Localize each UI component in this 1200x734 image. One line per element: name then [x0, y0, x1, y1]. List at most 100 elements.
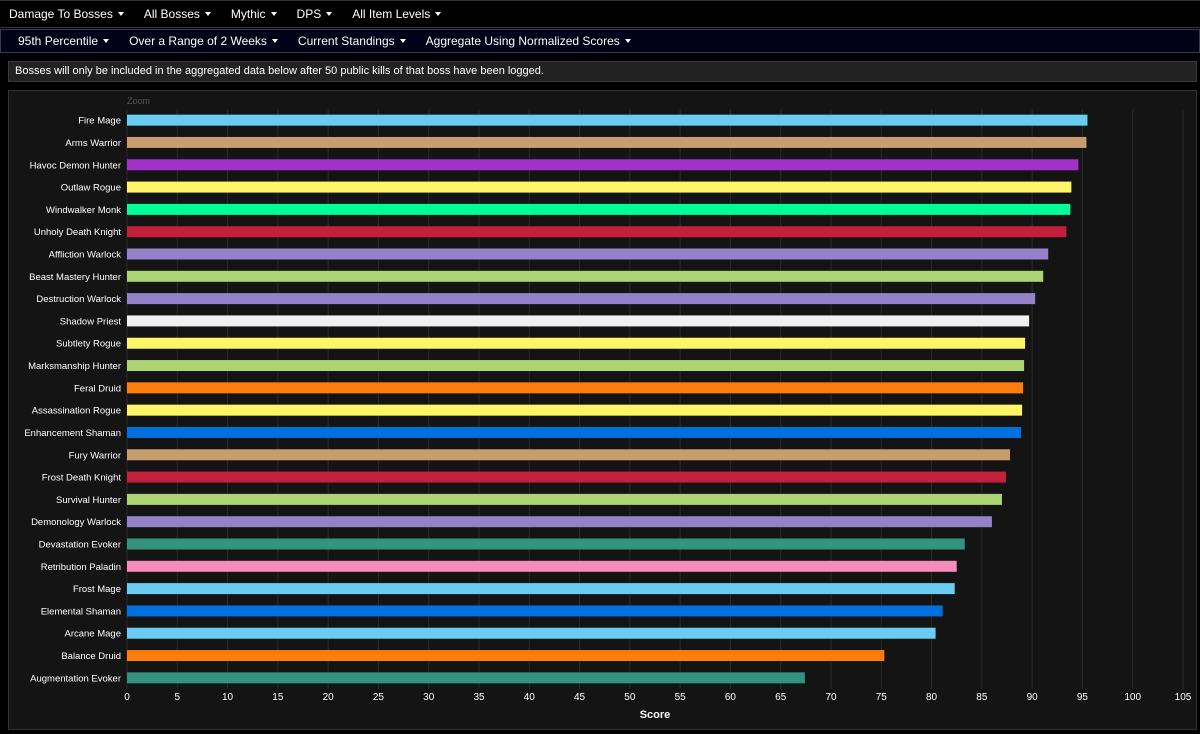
category-label: Affliction Warlock [49, 250, 122, 261]
filter2-dropdown-0[interactable]: 95th Percentile [1, 34, 119, 48]
category-label: Assassination Rogue [32, 406, 121, 417]
x-tick-label: 95 [1077, 692, 1089, 703]
bar-assassination-rogue[interactable] [127, 404, 1023, 416]
x-tick-label: 105 [1175, 692, 1192, 703]
filter1-dropdown-0[interactable]: Damage To Bosses [0, 7, 134, 21]
bar-frost-mage[interactable] [127, 583, 955, 595]
category-label: Outlaw Rogue [61, 183, 121, 194]
x-tick-label: 5 [175, 692, 181, 703]
caret-down-icon [270, 12, 277, 16]
caret-down-icon [271, 39, 278, 43]
category-label: Subtlety Rogue [56, 339, 121, 350]
x-tick-label: 35 [473, 692, 485, 703]
category-label: Elemental Shaman [41, 606, 121, 617]
bar-marksmanship-hunter[interactable] [127, 360, 1025, 372]
category-label: Enhancement Shaman [24, 428, 121, 439]
x-tick-label: 65 [775, 692, 787, 703]
x-tick-label: 80 [926, 692, 938, 703]
filter1-dropdown-3[interactable]: DPS [287, 7, 343, 21]
x-tick-label: 50 [624, 692, 636, 703]
bar-outlaw-rogue[interactable] [127, 181, 1072, 193]
dropdown-label: All Item Levels [352, 7, 431, 21]
caret-down-icon [435, 12, 442, 16]
dropdown-label: Damage To Bosses [9, 7, 113, 21]
category-label: Beast Mastery Hunter [29, 272, 121, 283]
bar-subtlety-rogue[interactable] [127, 337, 1026, 349]
category-label: Marksmanship Hunter [28, 361, 121, 372]
dropdown-label: 95th Percentile [18, 34, 99, 48]
filter1-dropdown-1[interactable]: All Bosses [134, 7, 221, 21]
filter2-dropdown-3[interactable]: Aggregate Using Normalized Scores [416, 34, 641, 48]
dropdown-label: DPS [296, 7, 322, 21]
category-label: Feral Druid [74, 383, 121, 394]
x-tick-label: 90 [1027, 692, 1039, 703]
bar-arcane-mage[interactable] [127, 627, 936, 639]
bar-beast-mastery-hunter[interactable] [127, 270, 1044, 282]
filter2-dropdown-2[interactable]: Current Standings [288, 34, 416, 48]
category-label: Windwalker Monk [46, 205, 121, 216]
bar-fire-mage[interactable] [127, 114, 1088, 126]
bar-windwalker-monk[interactable] [127, 203, 1071, 215]
zoom-label[interactable]: Zoom [127, 96, 150, 106]
x-tick-label: 25 [373, 692, 385, 703]
category-label: Arms Warrior [65, 138, 121, 149]
category-label: Balance Druid [61, 651, 121, 662]
bar-unholy-death-knight[interactable] [127, 226, 1067, 238]
x-tick-label: 10 [222, 692, 234, 703]
category-label: Retribution Paladin [41, 562, 121, 573]
bar-feral-druid[interactable] [127, 382, 1024, 394]
x-tick-label: 100 [1124, 692, 1141, 703]
bar-elemental-shaman[interactable] [127, 605, 943, 617]
category-label: Augmentation Evoker [30, 673, 121, 684]
filter1-dropdown-4[interactable]: All Item Levels [342, 7, 451, 21]
category-label: Frost Death Knight [42, 473, 122, 484]
category-label: Fire Mage [78, 116, 121, 127]
x-tick-label: 15 [272, 692, 284, 703]
bar-retribution-paladin[interactable] [127, 560, 957, 572]
x-tick-label: 20 [323, 692, 335, 703]
dropdown-label: Over a Range of 2 Weeks [129, 34, 267, 48]
dropdown-label: All Bosses [143, 7, 200, 21]
x-tick-label: 85 [976, 692, 988, 703]
category-label: Frost Mage [73, 584, 121, 595]
category-label: Destruction Warlock [36, 294, 121, 305]
x-tick-label: 55 [675, 692, 687, 703]
category-label: Unholy Death Knight [34, 227, 121, 238]
category-label: Havoc Demon Hunter [30, 160, 121, 171]
category-label: Shadow Priest [60, 316, 122, 327]
bar-arms-warrior[interactable] [127, 136, 1087, 148]
bar-havoc-demon-hunter[interactable] [127, 159, 1079, 171]
dropdown-label: Current Standings [297, 34, 395, 48]
bar-devastation-evoker[interactable] [127, 538, 965, 550]
notice-banner: Bosses will only be included in the aggr… [8, 61, 1197, 82]
bar-affliction-warlock[interactable] [127, 248, 1049, 260]
bar-frost-death-knight[interactable] [127, 471, 1006, 483]
filter2-dropdown-1[interactable]: Over a Range of 2 Weeks [119, 34, 288, 48]
caret-down-icon [103, 39, 110, 43]
category-label: Demonology Warlock [31, 517, 121, 528]
filter1-dropdown-2[interactable]: Mythic [221, 7, 287, 21]
caret-down-icon [117, 12, 124, 16]
bar-balance-druid[interactable] [127, 650, 885, 662]
dropdown-label: Aggregate Using Normalized Scores [425, 34, 620, 48]
score-bar-chart: Fire Mage Arms Warrior Havoc Demon Hunter O… [9, 91, 1196, 729]
bar-demonology-warlock[interactable] [127, 516, 992, 528]
bar-augmentation-evoker[interactable] [127, 672, 805, 684]
bar-shadow-priest[interactable] [127, 315, 1030, 327]
category-label: Arcane Mage [64, 629, 121, 640]
caret-down-icon [204, 12, 211, 16]
category-label: Fury Warrior [69, 450, 121, 461]
x-axis-label: Score [640, 709, 671, 721]
bar-survival-hunter[interactable] [127, 493, 1002, 505]
filter-bar-secondary: 95th Percentile Over a Range of 2 Weeks Cu… [0, 29, 1200, 53]
bar-destruction-warlock[interactable] [127, 293, 1036, 305]
category-label: Survival Hunter [56, 495, 121, 506]
x-tick-label: 0 [124, 692, 130, 703]
dropdown-label: Mythic [230, 7, 266, 21]
x-tick-label: 30 [423, 692, 435, 703]
chart-panel: Fire Mage Arms Warrior Havoc Demon Hunter O… [8, 90, 1197, 730]
bar-fury-warrior[interactable] [127, 449, 1011, 461]
filter-bar-primary: Damage To Bosses All Bosses Mythic DPS All I… [0, 0, 1200, 28]
caret-down-icon [624, 39, 631, 43]
bar-enhancement-shaman[interactable] [127, 426, 1022, 438]
